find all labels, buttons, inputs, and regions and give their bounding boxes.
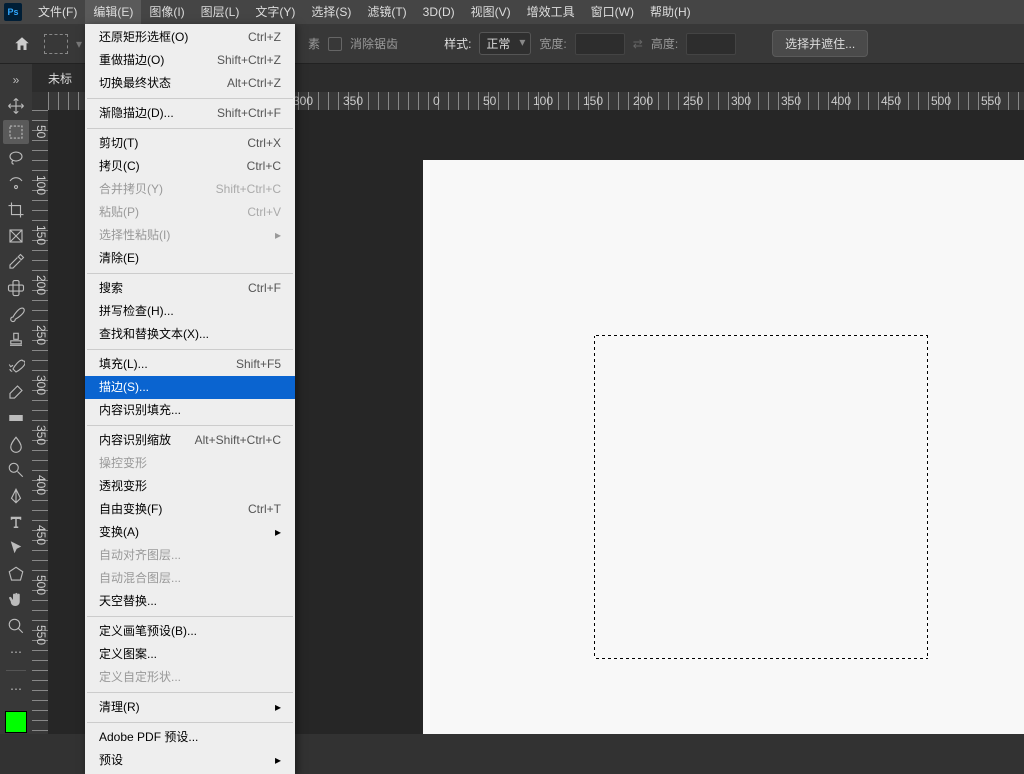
menu-item[interactable]: 天空替换... [85, 590, 295, 613]
app-logo[interactable]: Ps [4, 3, 22, 21]
marquee-tool[interactable] [3, 120, 29, 144]
menu-layer[interactable]: 图层(L) [193, 0, 248, 24]
eraser-tool[interactable] [3, 380, 29, 404]
move-tool[interactable] [3, 94, 29, 118]
menu-item[interactable]: 切换最终状态Alt+Ctrl+Z [85, 72, 295, 95]
style-select[interactable]: 正常 [479, 32, 531, 55]
menu-item[interactable]: 描边(S)... [85, 376, 295, 399]
menu-item[interactable]: 渐隐描边(D)...Shift+Ctrl+F [85, 102, 295, 125]
menu-item: 合并拷贝(Y)Shift+Ctrl+C [85, 178, 295, 201]
marquee-tool-icon[interactable] [44, 34, 68, 54]
menu-item: 操控变形 [85, 452, 295, 475]
tools-panel: » ⋯ ⋯ [0, 64, 32, 734]
type-tool[interactable] [3, 510, 29, 534]
menu-window[interactable]: 窗口(W) [583, 0, 642, 24]
menu-item[interactable]: 拼写检查(H)... [85, 300, 295, 323]
width-label: 宽度: [539, 35, 566, 52]
menu-item[interactable]: 清除(E) [85, 247, 295, 270]
edit-toolbar-icon[interactable]: ⋯ [3, 677, 29, 701]
gradient-tool[interactable] [3, 406, 29, 430]
menu-item[interactable]: 自由变换(F)Ctrl+T [85, 498, 295, 521]
dodge-tool[interactable] [3, 458, 29, 482]
home-icon [13, 35, 31, 53]
shape-tool[interactable] [3, 562, 29, 586]
frame-tool[interactable] [3, 224, 29, 248]
height-field[interactable] [686, 33, 736, 55]
menu-item[interactable]: 查找和替换文本(X)... [85, 323, 295, 346]
hand-tool[interactable] [3, 588, 29, 612]
eyedropper-tool[interactable] [3, 250, 29, 274]
marquee-selection [594, 335, 928, 659]
menu-item[interactable]: 清理(R) [85, 696, 295, 719]
foreground-color[interactable] [5, 711, 27, 733]
menu-item[interactable]: 还原矩形选框(O)Ctrl+Z [85, 26, 295, 49]
crop-tool[interactable] [3, 198, 29, 222]
lasso-tool[interactable] [3, 146, 29, 170]
menu-select[interactable]: 选择(S) [303, 0, 359, 24]
menu-edit[interactable]: 编辑(E) [85, 0, 141, 24]
menu-item[interactable]: 透视变形 [85, 475, 295, 498]
height-label: 高度: [651, 35, 678, 52]
menu-item[interactable]: 填充(L)...Shift+F5 [85, 353, 295, 376]
menu-item[interactable]: 内容识别填充... [85, 399, 295, 422]
ruler-vertical: 50100150200250300350400450500550 [32, 110, 48, 734]
menu-item[interactable]: 搜索Ctrl+F [85, 277, 295, 300]
menu-item[interactable]: 定义画笔预设(B)... [85, 620, 295, 643]
menu-item[interactable]: Adobe PDF 预设... [85, 726, 295, 749]
menubar: Ps 文件(F) 编辑(E) 图像(I) 图层(L) 文字(Y) 选择(S) 滤… [0, 0, 1024, 24]
blur-tool[interactable] [3, 432, 29, 456]
menu-filter[interactable]: 滤镜(T) [359, 0, 414, 24]
zoom-tool[interactable] [3, 614, 29, 638]
stamp-tool[interactable] [3, 328, 29, 352]
menu-view[interactable]: 视图(V) [463, 0, 519, 24]
menu-plugins[interactable]: 增效工具 [519, 0, 583, 24]
more-tools-icon[interactable]: ⋯ [3, 640, 29, 664]
antialias-checkbox[interactable] [328, 37, 342, 51]
expand-icon[interactable]: » [3, 68, 29, 92]
unit-label: 素 [308, 35, 320, 52]
edit-menu-dropdown: 还原矩形选框(O)Ctrl+Z重做描边(O)Shift+Ctrl+Z切换最终状态… [85, 24, 295, 774]
menu-help[interactable]: 帮助(H) [642, 0, 699, 24]
home-button[interactable] [8, 30, 36, 58]
menu-item: 选择性粘贴(I) [85, 224, 295, 247]
pen-tool[interactable] [3, 484, 29, 508]
healing-tool[interactable] [3, 276, 29, 300]
select-and-mask-button[interactable]: 选择并遮住... [772, 30, 868, 57]
menu-item[interactable]: 剪切(T)Ctrl+X [85, 132, 295, 155]
menu-item: 自动混合图层... [85, 567, 295, 590]
style-label: 样式: [444, 35, 471, 52]
menu-item[interactable]: 内容识别缩放Alt+Shift+Ctrl+C [85, 429, 295, 452]
path-select-tool[interactable] [3, 536, 29, 560]
swap-icon[interactable]: ⇄ [633, 37, 643, 51]
menu-item[interactable]: 定义图案... [85, 643, 295, 666]
document-tab[interactable]: 未标 [40, 70, 80, 87]
history-brush-tool[interactable] [3, 354, 29, 378]
menu-3d[interactable]: 3D(D) [415, 0, 463, 24]
menu-item[interactable]: 预设 [85, 749, 295, 772]
menu-item: 粘贴(P)Ctrl+V [85, 201, 295, 224]
menu-type[interactable]: 文字(Y) [247, 0, 303, 24]
menu-item[interactable]: 变换(A) [85, 521, 295, 544]
menu-item: 自动对齐图层... [85, 544, 295, 567]
menu-item[interactable]: 拷贝(C)Ctrl+C [85, 155, 295, 178]
menu-image[interactable]: 图像(I) [141, 0, 192, 24]
menu-item: 定义自定形状... [85, 666, 295, 689]
menu-file[interactable]: 文件(F) [30, 0, 85, 24]
antialias-label: 消除锯齿 [350, 35, 398, 52]
menu-item[interactable]: 重做描边(O)Shift+Ctrl+Z [85, 49, 295, 72]
width-field[interactable] [575, 33, 625, 55]
brush-tool[interactable] [3, 302, 29, 326]
quick-select-tool[interactable] [3, 172, 29, 196]
